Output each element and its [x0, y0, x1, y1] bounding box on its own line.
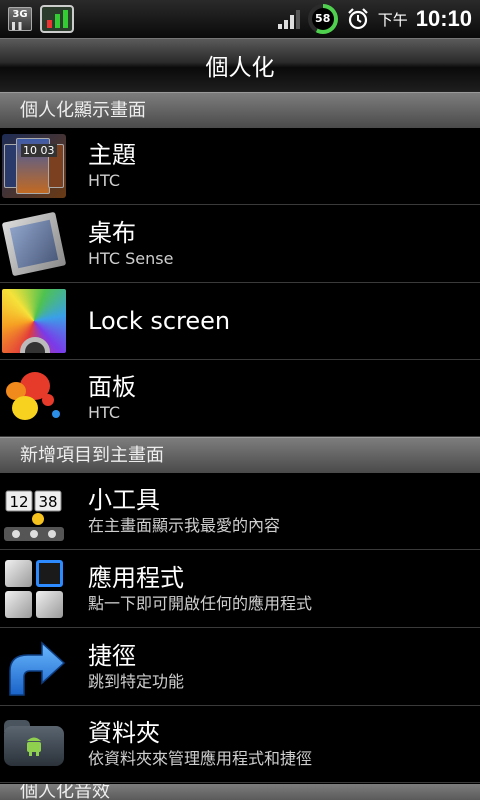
apps-icon	[2, 557, 66, 621]
signal-strength-icon	[277, 9, 300, 29]
stocks-notification-icon[interactable]	[40, 5, 74, 33]
list-item-title: 小工具	[88, 486, 160, 514]
list-item-theme[interactable]: 10 03 主題 HTC	[0, 128, 480, 205]
section-header-add-to-home: 新增項目到主畫面	[0, 437, 480, 473]
list-item-title: 面板	[88, 373, 136, 401]
list-item-skin[interactable]: 面板 HTC	[0, 360, 480, 437]
list-item-lock-screen[interactable]: Lock screen	[0, 283, 480, 360]
alarm-clock-icon	[346, 7, 370, 31]
list-item-widget[interactable]: 12 38 小工具 在主畫面顯示我最愛的內容	[0, 473, 480, 550]
list-item-title: Lock screen	[88, 307, 231, 335]
list-item-title: 主題	[88, 141, 136, 169]
folder-icon	[2, 712, 66, 776]
network-type-label: 3G	[12, 9, 28, 20]
wallpaper-icon	[1, 211, 67, 277]
battery-level: 58	[311, 8, 334, 30]
list-item-apps[interactable]: 應用程式 點一下即可開啟任何的應用程式	[0, 551, 480, 628]
list-item-subtitle: 在主畫面顯示我最愛的內容	[88, 516, 281, 535]
widget-icon: 12 38	[2, 479, 66, 543]
list-item-wallpaper[interactable]: 桌布 HTC Sense	[0, 206, 480, 283]
section-header-personalize-display: 個人化顯示畫面	[0, 92, 480, 128]
lock-screen-icon	[2, 289, 66, 353]
list-item-subtitle: HTC	[88, 403, 121, 422]
page-title: 個人化	[0, 38, 480, 92]
list-item-title: 應用程式	[88, 564, 184, 592]
shortcut-arrow-icon	[2, 635, 66, 699]
list-item-folder[interactable]: 資料夾 依資料夾來管理應用程式和捷徑	[0, 706, 480, 783]
svg-text:38: 38	[38, 493, 57, 511]
list-item-subtitle: 跳到特定功能	[88, 672, 185, 691]
theme-icon: 10 03	[2, 134, 66, 198]
status-bar: 3G 58 下午 10:10	[0, 0, 480, 38]
list-item-title: 資料夾	[88, 719, 160, 747]
battery-icon: 58	[307, 4, 338, 34]
ampm-label: 下午	[377, 10, 408, 29]
list-item-subtitle: 依資料夾來管理應用程式和捷徑	[88, 749, 313, 768]
list-item-title: 桌布	[88, 219, 136, 247]
section-header-label: 個人化音效	[20, 784, 110, 800]
list-item-title: 捷徑	[88, 642, 136, 670]
skin-icon	[2, 366, 66, 430]
section-header-personalize-sound: 個人化音效	[0, 784, 480, 800]
svg-text:12: 12	[9, 493, 28, 511]
list-item-shortcut[interactable]: 捷徑 跳到特定功能	[0, 629, 480, 706]
list-item-subtitle: HTC Sense	[88, 249, 174, 268]
3g-data-icon: 3G	[8, 7, 32, 31]
list-item-subtitle: HTC	[88, 171, 121, 190]
list-item-subtitle: 點一下即可開啟任何的應用程式	[88, 594, 313, 613]
clock-time: 10:10	[415, 6, 472, 31]
